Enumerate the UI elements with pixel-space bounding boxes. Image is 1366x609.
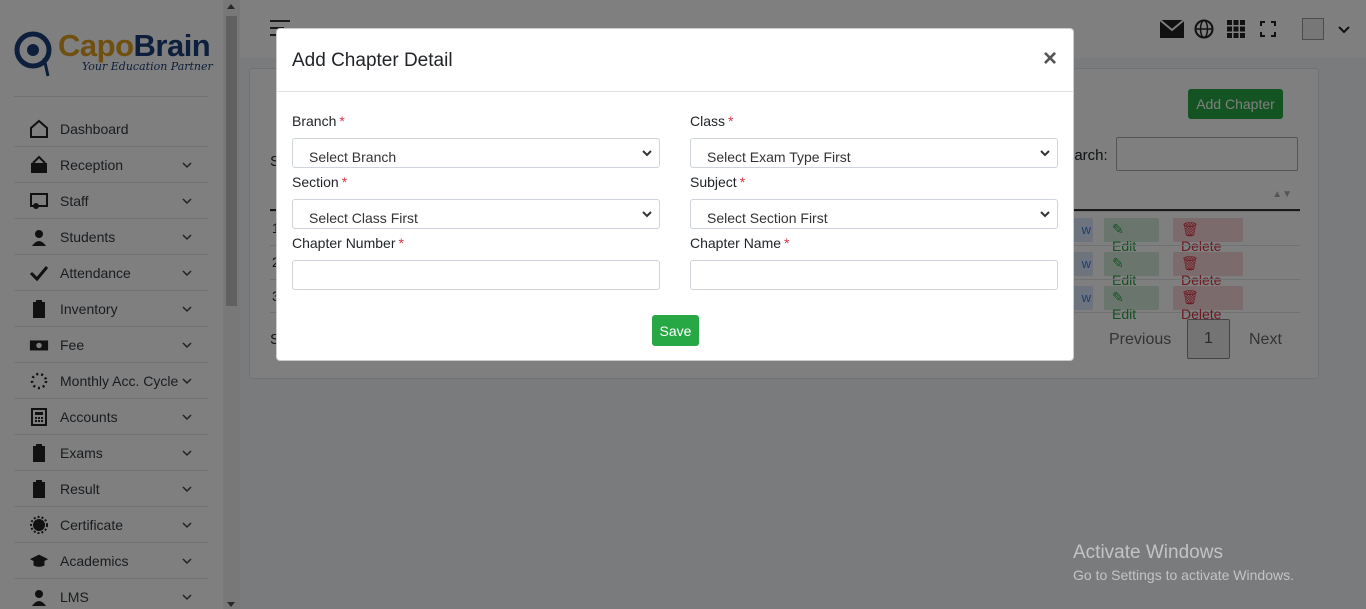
save-button[interactable]: Save: [652, 315, 699, 346]
class-label: Class *: [690, 113, 734, 129]
chapter-number-input[interactable]: [292, 260, 660, 290]
class-select[interactable]: Select Exam Type First: [690, 138, 1058, 168]
chapter-name-label: Chapter Name *: [690, 235, 790, 251]
modal-header: Add Chapter Detail ×: [277, 29, 1073, 92]
subject-select[interactable]: Select Section First: [690, 199, 1058, 229]
close-icon[interactable]: ×: [1043, 47, 1057, 71]
chevron-down-icon: [642, 150, 652, 157]
activate-windows-title: Activate Windows: [1073, 542, 1223, 563]
chevron-down-icon: [642, 211, 652, 218]
branch-select[interactable]: Select Branch: [292, 138, 660, 168]
subject-label: Subject *: [690, 174, 746, 190]
chapter-number-label: Chapter Number *: [292, 235, 404, 251]
section-select[interactable]: Select Class First: [292, 199, 660, 229]
branch-label: Branch *: [292, 113, 345, 129]
section-label: Section *: [292, 174, 348, 190]
chevron-down-icon: [1040, 211, 1050, 218]
activate-windows-subtitle: Go to Settings to activate Windows.: [1073, 567, 1294, 583]
add-chapter-modal: Add Chapter Detail × Branch * Select Bran…: [276, 28, 1074, 361]
chevron-down-icon: [1040, 150, 1050, 157]
chapter-name-input[interactable]: [690, 260, 1058, 290]
modal-title: Add Chapter Detail: [292, 50, 453, 71]
